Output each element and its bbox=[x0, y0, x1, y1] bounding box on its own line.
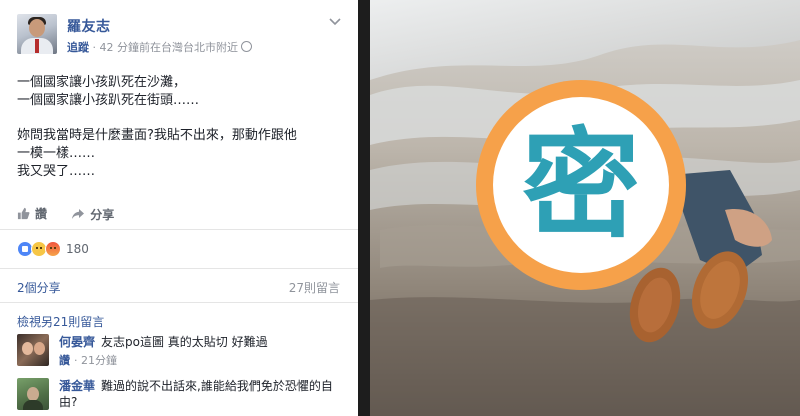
post-actions: 讚 分享 bbox=[17, 205, 347, 223]
like-button[interactable]: 讚 bbox=[17, 205, 47, 222]
post-line: 一個國家讓小孩趴死在街頭…… bbox=[17, 93, 200, 108]
post-body: 一個國家讓小孩趴死在沙灘， 一個國家讓小孩趴死在街頭…… 妳問我當時是什麼畫面?… bbox=[17, 74, 347, 181]
meta-separator: · bbox=[89, 41, 100, 54]
post-line: 一個國家讓小孩趴死在沙灘， bbox=[17, 75, 187, 90]
follow-link[interactable]: 追蹤 bbox=[67, 41, 89, 54]
reaction-count: 180 bbox=[66, 242, 89, 256]
view-more-comments-link[interactable]: 檢視另21則留言 bbox=[17, 313, 104, 330]
globe-icon bbox=[241, 41, 252, 52]
comment-like-link[interactable]: 讚 bbox=[59, 354, 70, 367]
censor-badge-text: 密 bbox=[521, 116, 640, 254]
post-line: 我又哭了…… bbox=[17, 164, 96, 179]
commenter-avatar[interactable] bbox=[17, 378, 49, 410]
comments-count-link[interactable]: 27則留言 bbox=[289, 279, 340, 296]
post-line: 一模一樣…… bbox=[17, 146, 96, 161]
divider bbox=[0, 302, 358, 303]
divider bbox=[0, 229, 358, 230]
comment-meta: 讚 · 21分鐘 bbox=[59, 354, 117, 367]
shares-count-link[interactable]: 2個分享 bbox=[17, 279, 61, 296]
post-timestamp[interactable]: 42 分鐘前在台灣台北市附近 bbox=[100, 41, 239, 54]
angry-reaction-icon bbox=[45, 241, 61, 257]
share-arrow-icon bbox=[72, 209, 85, 219]
censor-badge-inner: 密 bbox=[493, 97, 669, 273]
post-header: 羅友志 追蹤 · 42 分鐘前在台灣台北市附近 bbox=[17, 14, 347, 60]
facebook-post-panel: 羅友志 追蹤 · 42 分鐘前在台灣台北市附近 一個國家讓小孩趴死在沙灘， 一個… bbox=[0, 0, 358, 416]
chevron-down-icon[interactable] bbox=[329, 16, 341, 29]
post-meta: 追蹤 · 42 分鐘前在台灣台北市附近 bbox=[67, 39, 252, 55]
commenter-name[interactable]: 何晏齊 bbox=[59, 335, 95, 349]
comment-text: 友志po這圖 真的太貼切 好難過 bbox=[101, 335, 268, 349]
post-line: 妳問我當時是什麼畫面?我貼不出來，那動作跟他 bbox=[17, 128, 297, 143]
comment-time[interactable]: 21分鐘 bbox=[81, 354, 117, 367]
share-label: 分享 bbox=[90, 207, 115, 222]
divider bbox=[0, 268, 358, 269]
panel-separator bbox=[358, 0, 370, 416]
commenter-avatar[interactable] bbox=[17, 334, 49, 366]
like-label: 讚 bbox=[35, 207, 48, 221]
share-button[interactable]: 分享 bbox=[71, 206, 114, 223]
thumbs-up-icon bbox=[17, 207, 30, 220]
author-name[interactable]: 羅友志 bbox=[67, 16, 111, 36]
reactions-bar[interactable]: 180 bbox=[17, 240, 89, 258]
comment-text: 難過的說不出話來,誰能給我們免於恐懼的自由? bbox=[59, 379, 333, 409]
censor-badge: 密 bbox=[476, 80, 686, 290]
commenter-name[interactable]: 潘金華 bbox=[59, 379, 95, 393]
author-avatar[interactable] bbox=[17, 14, 57, 54]
